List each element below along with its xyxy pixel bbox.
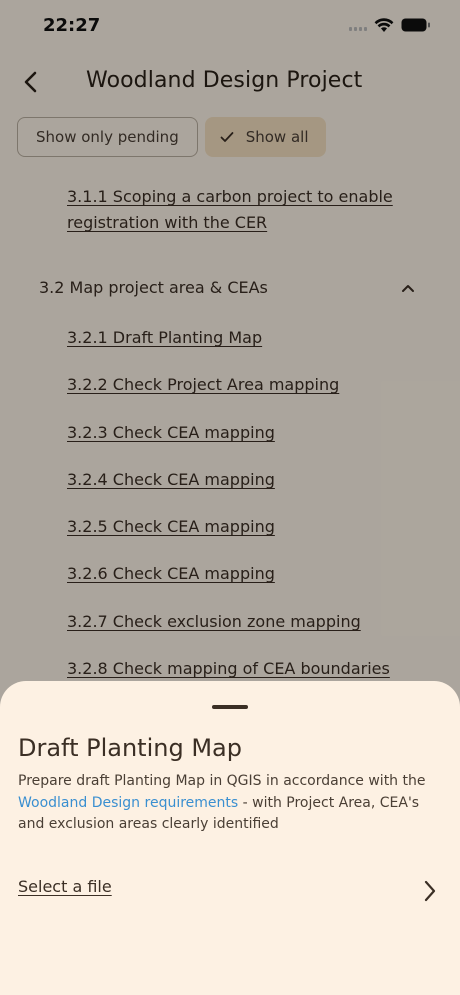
bottom-sheet: Draft Planting Map Prepare draft Plantin… [0, 681, 460, 995]
description-text: Prepare draft Planting Map in QGIS in ac… [18, 773, 426, 789]
sheet-title: Draft Planting Map [18, 734, 242, 762]
select-file-label: Select a file [18, 877, 112, 896]
select-file-row[interactable]: Select a file [18, 877, 442, 905]
drag-handle[interactable] [212, 705, 248, 709]
requirements-link[interactable]: Woodland Design requirements [18, 795, 238, 811]
chevron-right-icon [424, 880, 436, 902]
screen: 22:27 Woodland Design Project Show only … [0, 0, 460, 995]
sheet-description: Prepare draft Planting Map in QGIS in ac… [18, 771, 448, 836]
